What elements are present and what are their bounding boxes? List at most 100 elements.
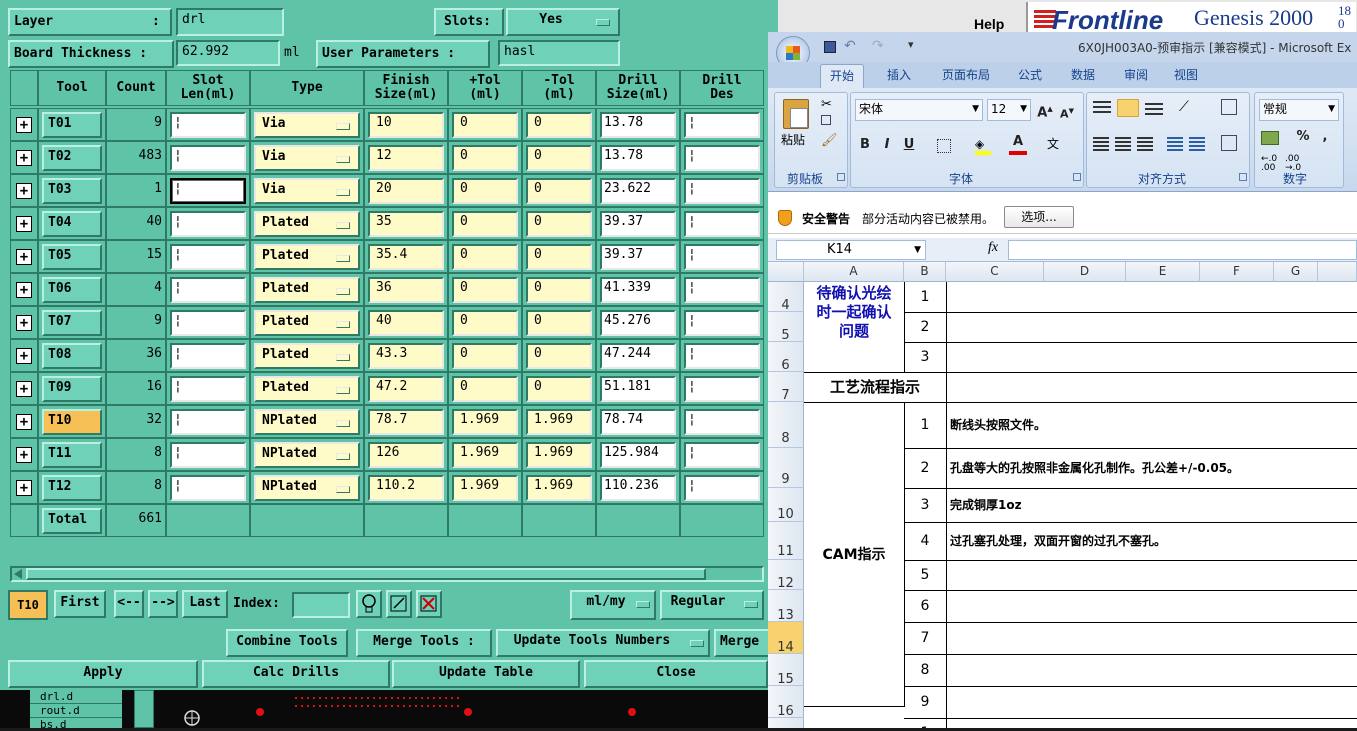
row-header[interactable]: 4	[768, 282, 804, 313]
slot-length-input[interactable]: ¦	[170, 145, 246, 171]
cam-item-number[interactable]: 3	[904, 488, 947, 523]
dialog-launcher-icon[interactable]	[1239, 173, 1247, 181]
drill-size-input[interactable]: 51.181	[600, 376, 676, 402]
tool-button[interactable]: T11	[42, 442, 102, 468]
c-cell[interactable]	[946, 372, 1357, 403]
drill-size-input[interactable]: 13.78	[600, 145, 676, 171]
scroll-thumb[interactable]	[26, 568, 706, 580]
next-button[interactable]: -->	[148, 590, 178, 618]
borders-icon[interactable]	[937, 139, 951, 153]
expand-icon[interactable]: +	[16, 249, 32, 265]
c-cell[interactable]	[946, 282, 1357, 313]
expand-icon[interactable]: +	[16, 117, 32, 133]
bold-icon[interactable]: B	[855, 135, 875, 155]
expand-icon[interactable]: +	[16, 216, 32, 232]
minus-tol-input[interactable]: 0	[526, 145, 592, 171]
row-header[interactable]: 7	[768, 372, 804, 403]
tool-button[interactable]: T12	[42, 475, 102, 501]
c-cell[interactable]	[946, 312, 1357, 343]
first-button[interactable]: First	[54, 590, 106, 618]
column-header[interactable]: E	[1126, 262, 1200, 282]
row-header[interactable]: 13	[768, 590, 804, 623]
slots-select[interactable]: Yes	[506, 8, 620, 36]
row-header[interactable]: 12	[768, 560, 804, 591]
grow-font-icon[interactable]: A▲	[1035, 99, 1055, 123]
help-menu[interactable]: Help	[974, 16, 1004, 32]
row-header[interactable]: 6	[768, 342, 804, 373]
type-select[interactable]: NPlated	[254, 475, 360, 501]
cam-item-number[interactable]: 1	[904, 402, 947, 449]
plus-tol-input[interactable]: 0	[452, 112, 518, 138]
close-button[interactable]: Close	[584, 660, 768, 688]
increase-indent-icon[interactable]	[1189, 137, 1205, 151]
minus-tol-input[interactable]: 0	[526, 178, 592, 204]
align-bottom-icon[interactable]	[1145, 103, 1163, 117]
finish-size-input[interactable]: 126	[368, 442, 444, 468]
wrap-text-icon[interactable]	[1221, 99, 1237, 115]
cam-item-text[interactable]: 过孔塞孔处理，双面开窗的过孔不塞孔。	[946, 522, 1357, 561]
plus-tol-input[interactable]: 0	[452, 145, 518, 171]
type-select[interactable]: NPlated	[254, 409, 360, 435]
plus-tol-input[interactable]: 1.969	[452, 442, 518, 468]
type-select[interactable]: NPlated	[254, 442, 360, 468]
comma-icon[interactable]: ,	[1317, 127, 1333, 147]
type-select[interactable]: Plated	[254, 277, 360, 303]
ribbon-tab[interactable]: 数据	[1060, 64, 1106, 88]
minus-tol-input[interactable]: 0	[526, 244, 592, 270]
tool-button[interactable]: T10	[42, 409, 102, 435]
user-params-input[interactable]: hasl	[498, 40, 620, 66]
minus-tol-input[interactable]: 0	[526, 310, 592, 336]
drill-des-input[interactable]: ¦	[684, 442, 760, 468]
slot-length-input[interactable]: ¦	[170, 277, 246, 303]
cam-item-text[interactable]	[946, 686, 1357, 719]
row-header[interactable]: 15	[768, 654, 804, 687]
merge-tools-button[interactable]: Merge Tools :	[356, 629, 492, 657]
minus-tol-input[interactable]: 0	[526, 211, 592, 237]
expand-icon[interactable]: +	[16, 381, 32, 397]
options-button[interactable]: 选项...	[1004, 206, 1074, 228]
drill-des-input[interactable]: ¦	[684, 145, 760, 171]
tool-button[interactable]: T05	[42, 244, 102, 270]
layer-list-item[interactable]: bs.d	[30, 718, 122, 731]
align-left-icon[interactable]	[1093, 137, 1109, 151]
minus-tol-input[interactable]: 0	[526, 112, 592, 138]
column-header[interactable]: B	[904, 262, 946, 282]
fill-color-icon[interactable]: ◈	[975, 137, 991, 155]
drill-des-input[interactable]: ¦	[684, 277, 760, 303]
slot-length-input[interactable]: ¦	[170, 409, 246, 435]
drill-size-input[interactable]: 110.236	[600, 475, 676, 501]
expand-icon[interactable]: +	[16, 480, 32, 496]
drill-des-input[interactable]: ¦	[684, 310, 760, 336]
apply-button[interactable]: Apply	[8, 660, 198, 688]
finish-size-input[interactable]: 35	[368, 211, 444, 237]
index-input[interactable]	[292, 592, 350, 618]
finish-size-input[interactable]: 110.2	[368, 475, 444, 501]
plus-tol-input[interactable]: 1.969	[452, 409, 518, 435]
cam-item-number[interactable]: 8	[904, 654, 947, 687]
orientation-icon[interactable]: ⟋	[1179, 99, 1189, 115]
minus-tol-input[interactable]: 0	[526, 277, 592, 303]
row-header[interactable]: 16	[768, 686, 804, 719]
format-painter-icon[interactable]: 🖌	[821, 133, 838, 148]
align-right-icon[interactable]	[1137, 137, 1153, 151]
cam-item-text[interactable]: 断线头按照文件。	[946, 402, 1357, 449]
slot-length-input[interactable]: ¦	[170, 376, 246, 402]
type-select[interactable]: Plated	[254, 211, 360, 237]
drill-des-input[interactable]: ¦	[684, 409, 760, 435]
expand-icon[interactable]: +	[16, 414, 32, 430]
ribbon-tab[interactable]: 页面布局	[930, 64, 1002, 88]
cam-item-text[interactable]: 完成铜厚1oz	[946, 488, 1357, 523]
font-size-select[interactable]: 12 ▼	[987, 99, 1031, 121]
currency-icon[interactable]	[1261, 131, 1279, 145]
minus-tol-input[interactable]: 0	[526, 376, 592, 402]
type-select[interactable]: Via	[254, 145, 360, 171]
cam-item-text[interactable]	[946, 654, 1357, 687]
drill-size-input[interactable]: 78.74	[600, 409, 676, 435]
tool-button[interactable]: T02	[42, 145, 102, 171]
slot-length-input[interactable]: ¦	[170, 112, 246, 138]
type-select[interactable]: Via	[254, 112, 360, 138]
layer-list-item[interactable]: drl.d	[30, 690, 122, 704]
drill-des-input[interactable]: ¦	[684, 376, 760, 402]
slot-length-input[interactable]: ¦	[170, 442, 246, 468]
plus-tol-input[interactable]: 0	[452, 277, 518, 303]
